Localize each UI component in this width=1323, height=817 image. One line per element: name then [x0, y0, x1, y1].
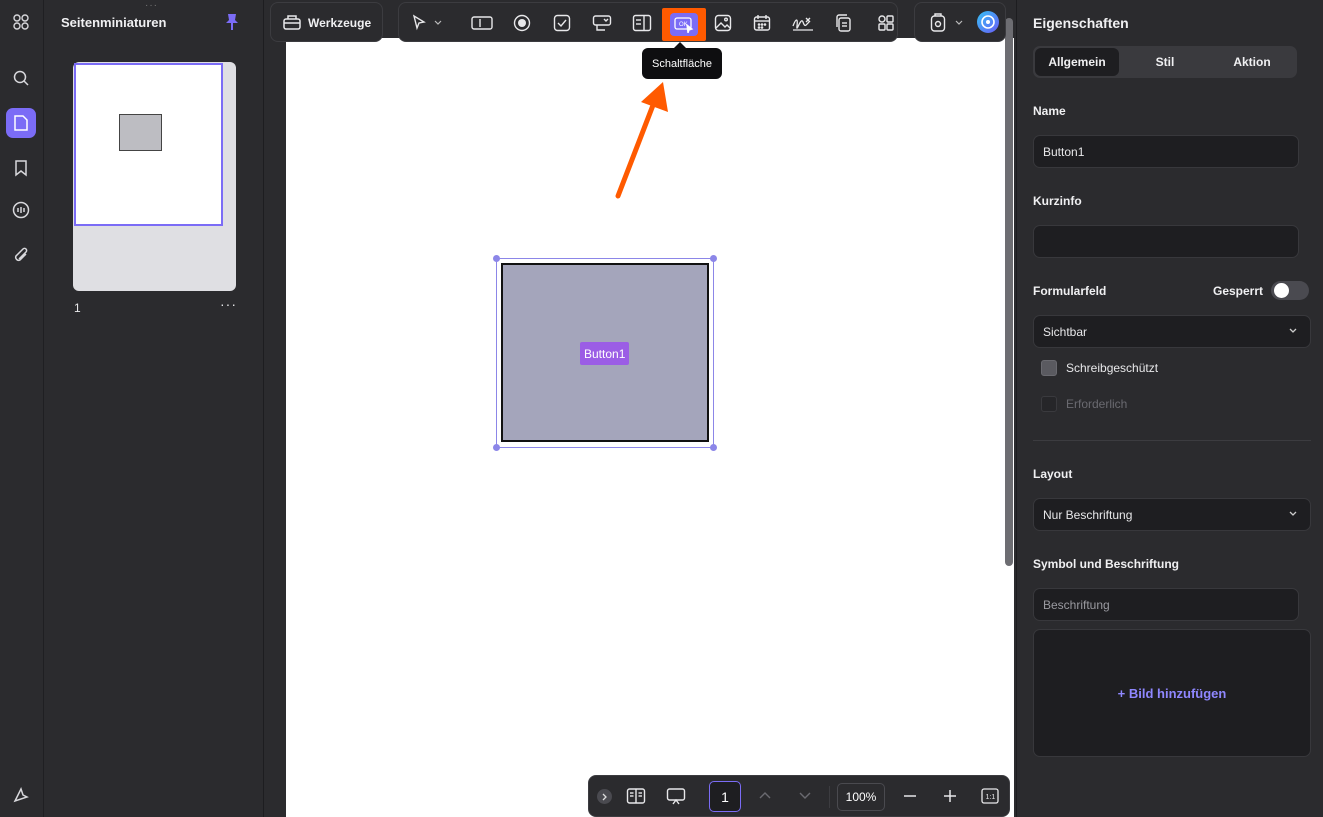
tools-menu-button[interactable]: Werkzeuge [270, 2, 383, 42]
list-box-icon[interactable] [631, 12, 653, 34]
thumbnail-button-preview [119, 114, 162, 151]
vertical-scrollbar[interactable] [1005, 18, 1013, 566]
bookmark-icon[interactable] [6, 153, 36, 183]
page-thumbnail[interactable] [73, 62, 236, 291]
caption-input[interactable]: Beschriftung [1033, 588, 1299, 621]
combo-box-icon[interactable] [591, 12, 613, 34]
resize-handle[interactable] [710, 255, 717, 262]
name-label: Name [1033, 104, 1066, 118]
tab-action[interactable]: Aktion [1209, 46, 1295, 78]
tooltip: Schaltfläche [642, 48, 722, 79]
chevron-down-icon [1289, 328, 1297, 333]
drag-handle[interactable]: ··· [145, 0, 158, 11]
thumbnails-panel: ··· Seitenminiaturen 1 ··· [45, 0, 264, 817]
properties-panel: Eigenschaften Allgemein Stil Aktion Name… [1016, 0, 1323, 817]
tooltip-field[interactable] [1033, 225, 1299, 258]
push-button-icon[interactable]: OK [670, 13, 698, 36]
visibility-value: Sichtbar [1043, 324, 1088, 339]
toolbox-icon [282, 13, 302, 31]
image-field-icon[interactable] [712, 12, 734, 34]
name-value: Button1 [1043, 144, 1085, 159]
ai-chat-icon[interactable] [976, 10, 1000, 34]
thumbnail-more-button[interactable]: ··· [220, 296, 237, 312]
push-button-tool-highlight[interactable]: OK [662, 8, 706, 41]
toggle-knob [1274, 283, 1289, 298]
presentation-icon[interactable] [666, 787, 686, 805]
locked-label: Gesperrt [1213, 284, 1264, 298]
readonly-row: Schreibgeschützt [1041, 360, 1158, 376]
chevron-down-icon[interactable] [432, 12, 444, 34]
layout-select[interactable]: Nur Beschriftung [1033, 498, 1311, 531]
required-row: Erforderlich [1041, 396, 1127, 412]
reading-mode-icon[interactable] [626, 787, 646, 805]
tab-general[interactable]: Allgemein [1035, 48, 1119, 76]
date-field-icon[interactable] [751, 12, 773, 34]
panel-title: Seitenminiaturen [61, 15, 167, 30]
tools-label: Werkzeuge [308, 16, 372, 30]
page-thumbnails-icon[interactable] [6, 108, 36, 138]
form-tools-toolbar: OK [398, 2, 898, 42]
previous-page-icon[interactable] [759, 791, 771, 799]
layout-value: Nur Beschriftung [1043, 507, 1133, 522]
save-icon[interactable] [927, 12, 949, 34]
apps-grid-icon[interactable] [6, 7, 36, 37]
panel-title: Eigenschaften [1033, 15, 1129, 31]
visibility-select[interactable]: Sichtbar [1033, 315, 1311, 348]
next-page-icon[interactable] [799, 792, 811, 800]
zoom-out-icon[interactable] [903, 789, 917, 803]
bottom-navigation-bar: 1 100% 1:1 [588, 775, 1010, 817]
attachment-icon[interactable] [6, 240, 36, 270]
locked-toggle[interactable] [1271, 281, 1309, 300]
search-icon[interactable] [6, 63, 36, 93]
page-number-input[interactable]: 1 [709, 781, 741, 812]
right-toolbar [914, 2, 1006, 42]
radio-button-icon[interactable] [511, 12, 533, 34]
properties-tabs: Allgemein Stil Aktion [1033, 46, 1297, 78]
more-fields-icon[interactable] [875, 12, 897, 34]
add-image-button[interactable]: + Bild hinzufügen [1033, 629, 1311, 757]
select-icon[interactable] [409, 12, 431, 34]
tooltip-label: Kurzinfo [1033, 194, 1082, 208]
form-field-label: Formularfeld [1033, 284, 1107, 298]
resize-handle[interactable] [710, 444, 717, 451]
thumbnail-page-preview [74, 63, 223, 226]
section-divider [1033, 440, 1311, 441]
chevron-down-icon[interactable] [953, 12, 965, 34]
icon-caption-label: Symbol und Beschriftung [1033, 557, 1180, 571]
form-button-name-tag: Button1 [580, 342, 630, 365]
page-number-label: 1 [74, 301, 81, 315]
zoom-level[interactable]: 100% [837, 783, 885, 811]
divider [829, 786, 830, 808]
checkbox-icon[interactable] [551, 12, 573, 34]
ai-assistant-icon[interactable] [6, 780, 36, 810]
pin-icon[interactable] [225, 13, 239, 31]
text-field-icon[interactable] [471, 12, 493, 34]
name-field[interactable]: Button1 [1033, 135, 1299, 168]
signature-field-icon[interactable] [790, 12, 816, 34]
add-image-label: + Bild hinzufügen [1117, 685, 1227, 701]
resize-handle[interactable] [493, 444, 500, 451]
readonly-checkbox[interactable] [1041, 360, 1057, 376]
annotation-arrow [615, 82, 668, 199]
required-label: Erforderlich [1066, 397, 1128, 411]
left-icon-rail [0, 0, 44, 817]
chevron-down-icon [1289, 511, 1297, 516]
svg-text:1:1: 1:1 [986, 794, 996, 801]
actual-size-icon[interactable]: 1:1 [981, 788, 999, 804]
duplicate-icon[interactable] [832, 12, 854, 34]
readonly-label: Schreibgeschützt [1066, 361, 1159, 375]
resize-handle[interactable] [493, 255, 500, 262]
zoom-in-icon[interactable] [943, 789, 957, 803]
comment-icon[interactable] [6, 195, 36, 225]
layout-label: Layout [1033, 467, 1073, 481]
collapse-icon[interactable] [597, 789, 612, 804]
required-checkbox[interactable] [1041, 396, 1057, 412]
caption-placeholder: Beschriftung [1043, 597, 1110, 612]
tab-style[interactable]: Stil [1123, 46, 1207, 78]
